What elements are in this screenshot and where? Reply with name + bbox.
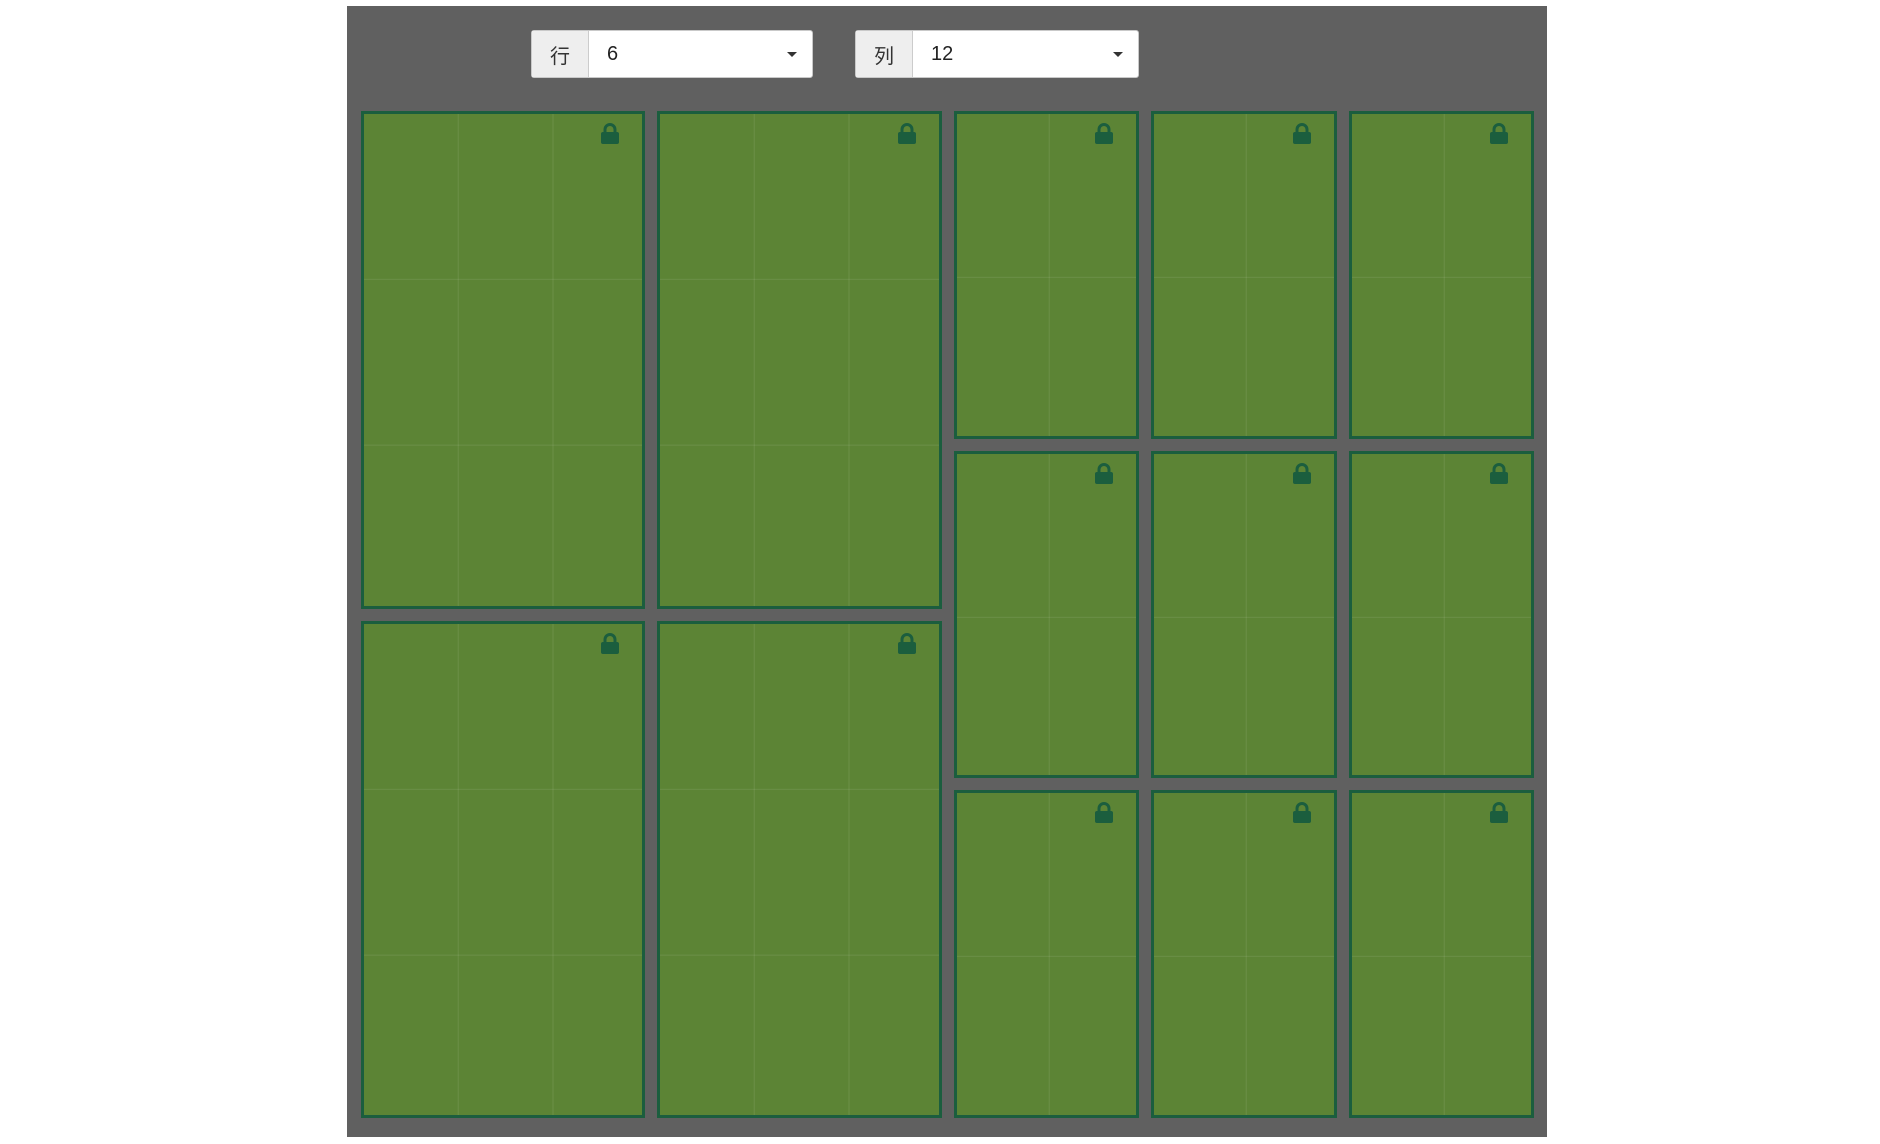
- lock-icon[interactable]: [1489, 462, 1509, 485]
- lock-icon[interactable]: [1292, 802, 1312, 824]
- rows-select-label: 行: [532, 31, 589, 77]
- columns-select[interactable]: 列 12: [855, 30, 1139, 78]
- lock-icon[interactable]: [1292, 462, 1312, 485]
- grid-pane[interactable]: [657, 620, 942, 1118]
- grid-pane[interactable]: [1348, 450, 1534, 779]
- lock-icon[interactable]: [897, 632, 917, 655]
- grid-pane[interactable]: [1151, 111, 1337, 439]
- chevron-down-icon[interactable]: [772, 31, 812, 77]
- grid-pane[interactable]: [1151, 790, 1337, 1118]
- layout-grid: [355, 105, 1540, 1124]
- lock-icon[interactable]: [1489, 802, 1509, 824]
- grid-pane[interactable]: [1348, 790, 1534, 1118]
- grid-pane[interactable]: [953, 450, 1139, 779]
- grid-pane[interactable]: [657, 111, 942, 609]
- grid-pane[interactable]: [953, 790, 1139, 1118]
- chevron-down-icon[interactable]: [1098, 31, 1138, 77]
- lock-icon[interactable]: [897, 123, 917, 145]
- lock-icon[interactable]: [600, 123, 620, 145]
- grid-pane[interactable]: [1348, 111, 1534, 439]
- grid-pane[interactable]: [953, 111, 1139, 439]
- rows-select[interactable]: 行 6: [531, 30, 813, 78]
- columns-select-label: 列: [856, 31, 913, 77]
- lock-icon[interactable]: [1292, 123, 1312, 145]
- grid-pane[interactable]: [361, 111, 646, 609]
- lock-icon[interactable]: [600, 632, 620, 655]
- lock-icon[interactable]: [1094, 462, 1114, 485]
- layout-editor-panel: 行 6 列 12: [347, 6, 1547, 1137]
- lock-icon[interactable]: [1094, 123, 1114, 145]
- grid-pane[interactable]: [361, 620, 646, 1118]
- columns-select-value: 12: [931, 42, 954, 65]
- lock-icon[interactable]: [1489, 123, 1509, 145]
- rows-select-value: 6: [607, 42, 619, 65]
- grid-pane[interactable]: [1151, 450, 1337, 779]
- lock-icon[interactable]: [1094, 802, 1114, 824]
